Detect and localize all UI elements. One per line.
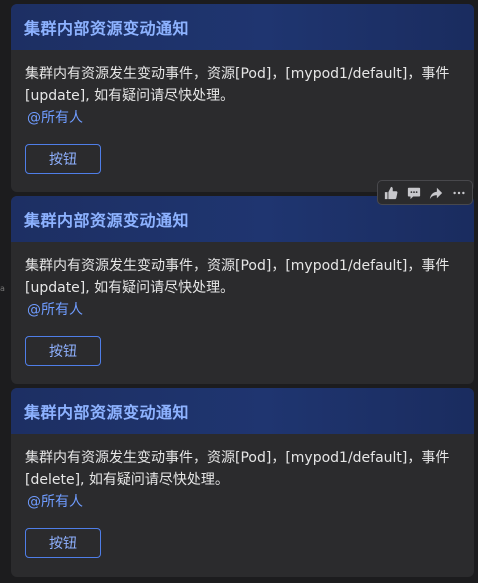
notification-card: 集群内部资源变动通知 集群内有资源发生变动事件，资源[Pod]，[mypod1/… (11, 4, 474, 192)
message-line: 集群内有资源发生变动事件，资源[Pod]，[mypod1/default]，事件 (25, 450, 450, 466)
card-body: 集群内有资源发生变动事件，资源[Pod]，[mypod1/default]，事件… (11, 50, 474, 174)
mention-all[interactable]: @所有人 (27, 491, 460, 513)
share-icon[interactable] (426, 183, 446, 203)
message-line: 集群内有资源发生变动事件，资源[Pod]，[mypod1/default]，事件 (25, 66, 450, 82)
message-line: 集群内有资源发生变动事件，资源[Pod]，[mypod1/default]，事件 (25, 258, 450, 274)
message-line: [update], 如有疑问请尽快处理。 (25, 280, 235, 296)
card-title: 集群内部资源变动通知 (11, 4, 474, 50)
card-body: 集群内有资源发生变动事件，资源[Pod]，[mypod1/default]，事件… (11, 434, 474, 558)
notification-card: 集群内部资源变动通知 集群内有资源发生变动事件，资源[Pod]，[mypod1/… (11, 196, 474, 384)
card-title: 集群内部资源变动通知 (11, 388, 474, 434)
card-body: 集群内有资源发生变动事件，资源[Pod]，[mypod1/default]，事件… (11, 242, 474, 366)
comment-icon[interactable] (404, 183, 424, 203)
mention-all[interactable]: @所有人 (27, 299, 460, 321)
more-icon[interactable] (449, 183, 469, 203)
message-line: [delete], 如有疑问请尽快处理。 (25, 472, 229, 488)
notification-card: 集群内部资源变动通知 集群内有资源发生变动事件，资源[Pod]，[mypod1/… (11, 388, 474, 577)
action-button[interactable]: 按钮 (25, 528, 101, 558)
message-line: [update], 如有疑问请尽快处理。 (25, 88, 235, 104)
message-action-toolbar (377, 180, 473, 205)
action-button[interactable]: 按钮 (25, 144, 101, 174)
mention-all[interactable]: @所有人 (27, 107, 460, 129)
edge-marker: a (0, 284, 5, 293)
thumbs-up-icon[interactable] (381, 183, 401, 203)
action-button[interactable]: 按钮 (25, 336, 101, 366)
